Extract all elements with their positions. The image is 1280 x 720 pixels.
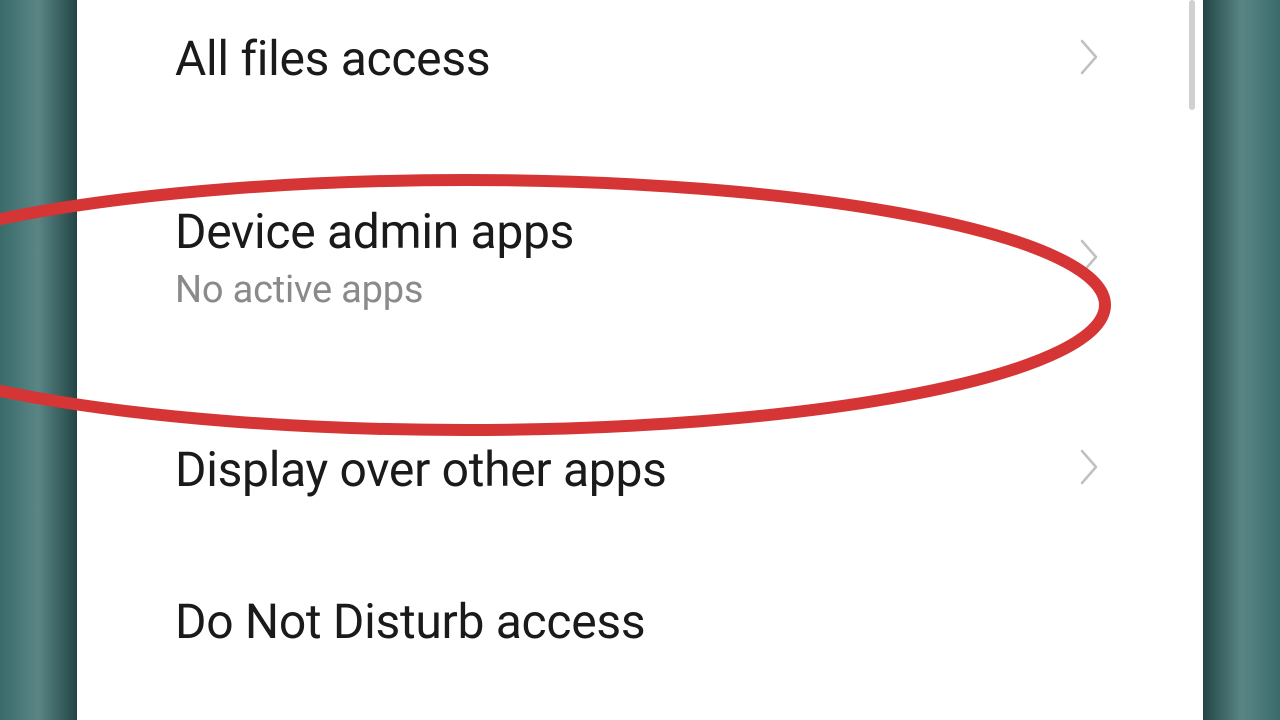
settings-item-device-admin-apps[interactable]: Device admin apps No active apps	[80, 148, 1200, 371]
settings-panel: All files access Device admin apps No ac…	[80, 0, 1200, 720]
item-title: Display over other apps	[175, 441, 667, 499]
chevron-right-icon	[1078, 37, 1100, 81]
chevron-right-icon	[1078, 447, 1100, 491]
item-title: Do Not Disturb access	[175, 593, 645, 651]
item-content: Do Not Disturb access	[175, 593, 645, 651]
item-subtitle: No active apps	[175, 266, 574, 315]
settings-item-all-files-access[interactable]: All files access	[80, 0, 1200, 148]
chevron-right-icon	[1078, 237, 1100, 281]
settings-list: All files access Device admin apps No ac…	[80, 0, 1200, 651]
settings-item-do-not-disturb-access[interactable]: Do Not Disturb access	[80, 558, 1200, 651]
scrollbar[interactable]	[1189, 0, 1195, 110]
item-content: All files access	[175, 30, 490, 88]
item-content: Device admin apps No active apps	[175, 203, 574, 316]
item-content: Display over other apps	[175, 441, 667, 499]
item-title: Device admin apps	[175, 203, 574, 261]
settings-item-display-over-other-apps[interactable]: Display over other apps	[80, 371, 1200, 559]
item-title: All files access	[175, 30, 490, 88]
